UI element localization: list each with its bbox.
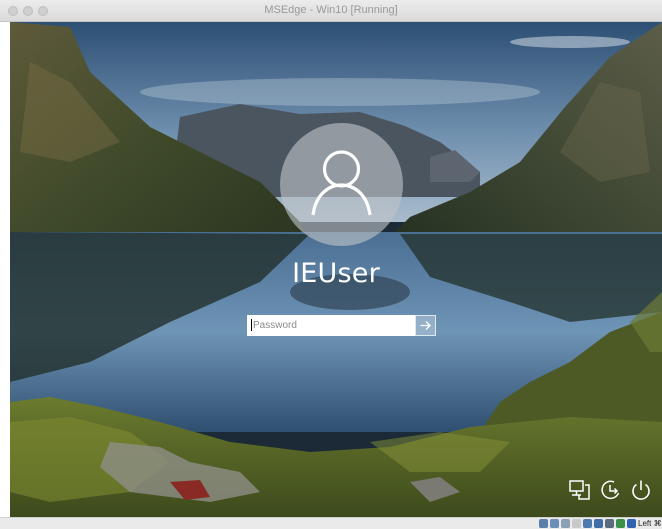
- window-title: MSEdge - Win10 [Running]: [264, 4, 398, 16]
- arrow-right-icon: [420, 321, 431, 330]
- power-button[interactable]: [628, 477, 654, 503]
- power-icon: [632, 480, 650, 500]
- ease-of-access-icon: [601, 480, 620, 500]
- vm-screen[interactable]: IEUser: [10, 22, 662, 517]
- ease-of-access-button[interactable]: [598, 477, 624, 503]
- display-icon[interactable]: [583, 519, 592, 528]
- username-label: IEUser: [292, 258, 380, 289]
- network-button[interactable]: [567, 477, 593, 503]
- network-adapter-icon[interactable]: [594, 519, 603, 528]
- recording-icon[interactable]: [605, 519, 614, 528]
- password-box: [247, 315, 436, 336]
- usb-icon[interactable]: [561, 519, 570, 528]
- network-icon: [569, 480, 590, 500]
- window-titlebar: MSEdge - Win10 [Running]: [0, 0, 662, 22]
- vm-status-bar: Left ⌘: [0, 517, 662, 529]
- submit-password-button[interactable]: [415, 315, 436, 336]
- mouse-integration-icon[interactable]: [627, 519, 636, 528]
- user-avatar: [280, 123, 403, 246]
- hard-disk-icon[interactable]: [539, 519, 548, 528]
- user-silhouette-icon: [311, 150, 372, 216]
- host-key-label: Left ⌘: [638, 519, 662, 528]
- cpu-icon[interactable]: [616, 519, 625, 528]
- text-caret: [251, 319, 252, 331]
- status-icons: [539, 519, 636, 529]
- password-input[interactable]: [247, 315, 415, 336]
- optical-drive-icon[interactable]: [550, 519, 559, 528]
- shared-folders-icon[interactable]: [572, 519, 581, 528]
